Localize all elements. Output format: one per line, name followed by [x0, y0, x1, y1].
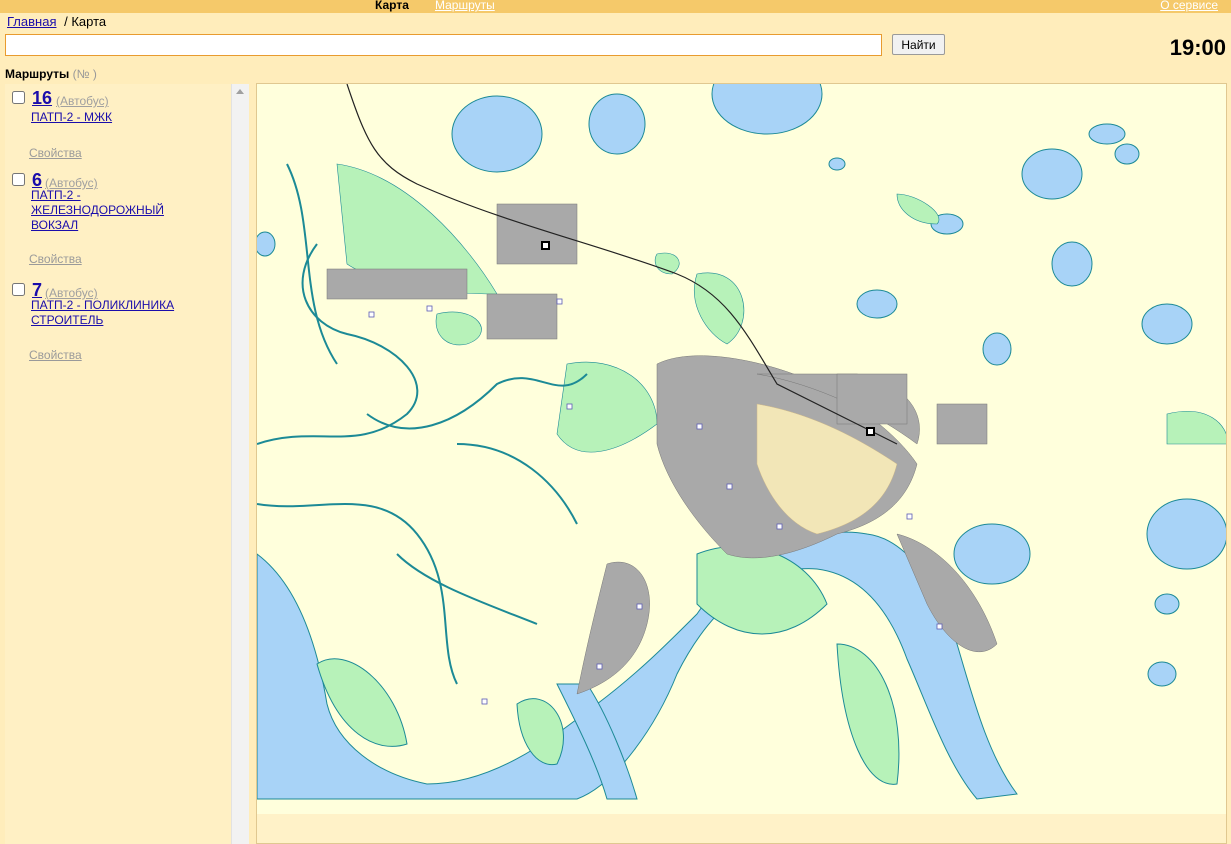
search-button[interactable]: Найти: [892, 34, 945, 55]
route-checkbox-6[interactable]: [12, 173, 25, 186]
route-checkbox-16[interactable]: [12, 91, 25, 104]
bus-stop-icon[interactable]: [726, 483, 733, 490]
routes-title: Маршруты: [5, 67, 70, 81]
about-service-link[interactable]: О сервисе: [1160, 0, 1218, 12]
route-properties-link[interactable]: Свойства: [29, 146, 82, 160]
route-number-link[interactable]: 16: [32, 88, 52, 108]
route-properties-link[interactable]: Свойства: [29, 252, 82, 266]
bus-stop-icon[interactable]: [481, 698, 488, 705]
route-number-link[interactable]: 7: [32, 280, 42, 300]
clock: 19:00: [1169, 35, 1226, 60]
route-checkbox-7[interactable]: [12, 283, 25, 296]
route-name-link[interactable]: ЖЕЛЕЗНОДОРОЖНЫЙ: [31, 203, 164, 218]
breadcrumb-separator: /: [64, 14, 68, 29]
route-number-link[interactable]: 6: [32, 170, 42, 190]
route-properties-link[interactable]: Свойства: [29, 348, 82, 362]
bus-stop-icon[interactable]: [596, 663, 603, 670]
sidebar-scrollbar[interactable]: [231, 84, 249, 844]
route-name-link[interactable]: СТРОИТЕЛЬ: [31, 313, 103, 328]
scroll-up-arrow-icon[interactable]: [236, 89, 244, 94]
route-item-16: 16 (Автобус) ПАТП-2 - МЖК Свойства: [12, 88, 222, 160]
map-bottom-strip: [257, 814, 1226, 843]
top-navigation-bar: Карта Маршруты О сервисе: [0, 0, 1231, 13]
bus-stop-icon[interactable]: [936, 623, 943, 630]
bus-stop-icon[interactable]: [368, 311, 375, 318]
map-canvas[interactable]: [257, 84, 1227, 844]
bus-stop-icon[interactable]: [566, 403, 573, 410]
route-name-link[interactable]: ПАТП-2 - ПОЛИКЛИНИКА: [31, 298, 174, 313]
route-name-link[interactable]: ПАТП-2 - МЖК: [31, 110, 112, 125]
bus-stop-icon[interactable]: [556, 298, 563, 305]
bus-stop-icon[interactable]: [696, 423, 703, 430]
city-map[interactable]: [256, 83, 1227, 844]
breadcrumb-home-link[interactable]: Главная: [7, 14, 56, 29]
bus-stop-icon[interactable]: [426, 305, 433, 312]
route-name-link[interactable]: ПАТП-2 -: [31, 188, 81, 203]
route-item-6: 6 (Автобус) ПАТП-2 - ЖЕЛЕЗНОДОРОЖНЫЙ ВОК…: [12, 170, 222, 266]
routes-panel-title: Маршруты (№ ): [5, 67, 97, 81]
route-name-link[interactable]: ВОКЗАЛ: [31, 218, 78, 233]
bus-stop-icon[interactable]: [636, 603, 643, 610]
tab-map[interactable]: Карта: [375, 0, 409, 12]
routes-number-hint: (№ ): [72, 67, 97, 81]
bus-stop-icon[interactable]: [776, 523, 783, 530]
route-type: (Автобус): [56, 94, 109, 108]
bus-stop-icon[interactable]: [906, 513, 913, 520]
search-input[interactable]: [5, 34, 882, 56]
breadcrumb-current: Карта: [71, 14, 107, 29]
tab-routes[interactable]: Маршруты: [435, 0, 495, 12]
breadcrumb: Главная / Карта: [7, 14, 106, 29]
railway-station-icon[interactable]: [541, 241, 550, 250]
route-item-7: 7 (Автобус) ПАТП-2 - ПОЛИКЛИНИКА СТРОИТЕ…: [12, 280, 222, 365]
railway-station-icon[interactable]: [866, 427, 875, 436]
routes-list: 16 (Автобус) ПАТП-2 - МЖК Свойства 6 (Ав…: [5, 84, 249, 844]
